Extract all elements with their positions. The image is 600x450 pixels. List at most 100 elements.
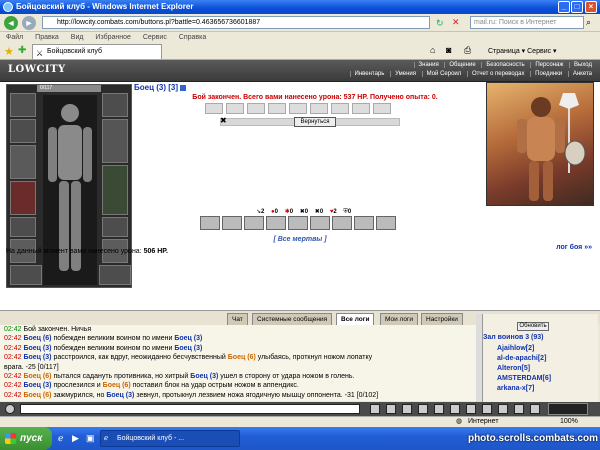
tool-icon[interactable] xyxy=(434,404,444,414)
back-button[interactable]: ◄ xyxy=(4,16,18,30)
link-profile[interactable]: Анкета xyxy=(567,71,596,77)
link-inventory[interactable]: Инвентарь xyxy=(349,71,389,77)
action-button[interactable] xyxy=(354,216,374,230)
chat-input[interactable] xyxy=(20,404,360,414)
menu-tools[interactable]: Сервис xyxy=(143,34,167,41)
user-item[interactable]: Alteron[5] xyxy=(497,365,530,372)
slot-weapon-right[interactable] xyxy=(102,119,128,163)
slot-helmet[interactable] xyxy=(10,93,36,117)
link-my-server[interactable]: Мой Сероил xyxy=(421,71,466,77)
hp-bar: 0/117 xyxy=(37,85,101,92)
tab-system-messages[interactable]: Системные сообщения xyxy=(252,313,333,325)
action-button[interactable] xyxy=(376,216,396,230)
log-line: 02:42 Боец (6) зажмурился, но Боец (3) з… xyxy=(4,391,379,399)
user-item[interactable]: al-de-apachi[2] xyxy=(497,355,546,362)
quicklaunch-desktop-icon[interactable]: ▣ xyxy=(86,433,95,444)
menu-bar: Файл Правка Вид Избранное Сервис Справка xyxy=(0,32,600,43)
slot-pants[interactable] xyxy=(102,165,128,215)
forward-button[interactable]: ► xyxy=(22,16,36,30)
slot-shield[interactable] xyxy=(102,217,128,237)
close-button[interactable]: × xyxy=(585,1,597,13)
tab-row: ★ ✚ ⚔ Бойцовский клуб ⌂ ◙ ⎙ Страница ▾ С… xyxy=(0,43,600,60)
action-button[interactable] xyxy=(310,216,330,230)
slot-belt[interactable] xyxy=(10,217,36,237)
menu-help[interactable]: Справка xyxy=(179,34,206,41)
address-input[interactable]: http://lowcity.combats.com/buttons.pl?ba… xyxy=(42,16,430,29)
menu-file[interactable]: Файл xyxy=(6,34,23,41)
link-exit[interactable]: Выход xyxy=(569,62,596,68)
action-button[interactable] xyxy=(332,216,352,230)
link-fights[interactable]: Поединки xyxy=(530,71,567,77)
link-transfers[interactable]: Отчет о переводах xyxy=(466,71,529,77)
user-item[interactable]: AMSTERDAM[6] xyxy=(497,375,551,382)
start-button[interactable]: пуск xyxy=(0,427,52,450)
user-item[interactable]: arkana-x[7] xyxy=(497,385,534,392)
minimize-button[interactable]: _ xyxy=(558,1,570,13)
smiley-icon[interactable] xyxy=(5,404,15,414)
tool-icon[interactable] xyxy=(418,404,428,414)
taskbar-item-fight-club[interactable]: ℯ Бойцовский клуб - ... xyxy=(100,430,240,447)
tab-label: Бойцовский клуб xyxy=(47,48,103,55)
ie-icon xyxy=(3,2,13,12)
action-button[interactable] xyxy=(200,216,220,230)
action-button[interactable] xyxy=(288,216,308,230)
stop-icon[interactable]: ✕ xyxy=(452,17,460,28)
menu-edit[interactable]: Правка xyxy=(35,34,59,41)
menu-favorites[interactable]: Избранное xyxy=(95,34,130,41)
tab-my-logs[interactable]: Мои логи xyxy=(380,313,419,325)
tool-icon[interactable] xyxy=(482,404,492,414)
log-line: 02:42 Боец (3) расстроился, как вдруг, н… xyxy=(4,354,373,362)
home-icon[interactable]: ⌂ xyxy=(430,45,435,55)
slot-rings[interactable] xyxy=(10,265,42,285)
battle-log-link[interactable]: лог боя »» xyxy=(556,244,592,251)
slot-extra[interactable] xyxy=(99,265,131,285)
search-icon[interactable]: ⌕ xyxy=(586,17,591,28)
slot-bracers[interactable] xyxy=(10,119,36,143)
quicklaunch-media-icon[interactable]: ▶ xyxy=(72,433,79,444)
tool-icon[interactable] xyxy=(466,404,476,414)
link-knowledge[interactable]: Знания xyxy=(413,62,443,68)
link-skills[interactable]: Умения xyxy=(390,71,420,77)
close-x-icon[interactable]: ✖ xyxy=(220,116,227,125)
user-item[interactable]: Ajaihlow[2] xyxy=(497,345,534,352)
favorites-star-icon[interactable]: ★ xyxy=(4,45,14,58)
add-favorite-icon[interactable]: ✚ xyxy=(18,45,26,56)
search-input[interactable]: mail.ru: Поиск в Интернет xyxy=(470,16,584,29)
tool-icon[interactable] xyxy=(498,404,508,414)
info-icon[interactable] xyxy=(180,84,187,91)
attack-slot xyxy=(352,103,370,114)
tab-all-logs[interactable]: Все логи xyxy=(336,313,375,325)
maximize-button[interactable]: □ xyxy=(571,1,583,13)
slot-armor[interactable] xyxy=(10,181,36,215)
refresh-icon[interactable]: ↻ xyxy=(436,18,444,29)
link-security[interactable]: Безопасность xyxy=(481,62,529,68)
slot-weapon-left[interactable] xyxy=(10,145,36,179)
menu-view[interactable]: Вид xyxy=(71,34,84,41)
send-icon[interactable] xyxy=(370,404,380,414)
quicklaunch-ie-icon[interactable]: ℯ xyxy=(58,433,63,444)
character-name[interactable]: Боец (3) [3] xyxy=(134,83,187,92)
action-button[interactable] xyxy=(266,216,286,230)
tab-chat[interactable]: Чат xyxy=(227,313,248,325)
globe-icon: ◍ xyxy=(456,418,463,425)
print-icon[interactable]: ⎙ xyxy=(464,45,471,56)
tab-settings[interactable]: Настройки xyxy=(421,313,463,325)
refresh-button[interactable]: Обновить xyxy=(517,322,549,331)
log-line: врага. -25 [0/117] xyxy=(4,363,59,371)
action-button[interactable] xyxy=(222,216,242,230)
link-character[interactable]: Персонаж xyxy=(530,62,568,68)
tab-fight-club[interactable]: ⚔ Бойцовский клуб xyxy=(32,44,162,59)
feeds-icon[interactable]: ◙ xyxy=(446,45,451,55)
slot-amulet[interactable] xyxy=(102,93,128,117)
tool-icon[interactable] xyxy=(450,404,460,414)
tool-icon[interactable] xyxy=(514,404,524,414)
tool-icon[interactable] xyxy=(402,404,412,414)
action-button[interactable] xyxy=(244,216,264,230)
return-button[interactable]: Вернуться xyxy=(294,117,336,127)
link-communication[interactable]: Общение xyxy=(444,62,480,68)
tool-icon[interactable] xyxy=(386,404,396,414)
taskbar: пуск ℯ ▶ ▣ ℯ Бойцовский клуб - ... photo… xyxy=(0,427,600,450)
tool-icon[interactable] xyxy=(530,404,540,414)
page-tools-menu[interactable]: Страница ▾ Сервис ▾ xyxy=(488,45,557,58)
zoom-level[interactable]: 100% xyxy=(560,417,578,427)
